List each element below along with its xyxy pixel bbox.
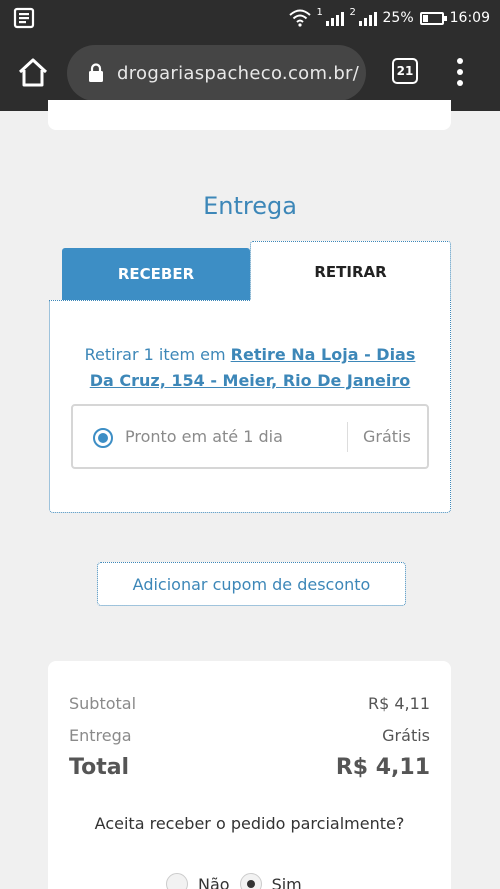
tab-label: RECEBER (117, 265, 195, 283)
subtotal-row: Subtotal R$ 4,11 (69, 694, 430, 713)
pickup-description: Retirar 1 item em Retire Na Loja - Dias … (70, 342, 430, 394)
radio-selected[interactable] (239, 873, 262, 889)
delivery-row: Entrega Grátis (69, 726, 430, 745)
battery-percent: 25% (382, 10, 414, 26)
divider (347, 422, 348, 452)
radio-selected[interactable] (93, 428, 113, 448)
delivery-label: Entrega (69, 726, 132, 745)
add-coupon-button[interactable]: Adicionar cupom de desconto (97, 562, 406, 606)
sim2-label: 2 (349, 7, 356, 18)
status-bar: 1 2 25% 16:09 (0, 0, 500, 36)
total-label: Total (69, 755, 130, 780)
subtotal-label: Subtotal (69, 694, 137, 713)
url-text: drogariaspacheco.com.br/ (117, 62, 360, 84)
more-menu-icon[interactable] (450, 58, 470, 86)
home-icon[interactable] (16, 56, 50, 90)
battery-icon (419, 11, 447, 25)
radio-label: Não (198, 874, 230, 889)
address-bar[interactable]: drogariaspacheco.com.br/ (67, 45, 366, 101)
tab-receber[interactable]: RECEBER (62, 248, 250, 300)
delivery-value: Grátis (382, 726, 430, 745)
radio-label: Sim (271, 874, 302, 889)
coupon-label: Adicionar cupom de desconto (132, 574, 371, 594)
previous-card (48, 100, 451, 130)
pickup-prefix: Retirar 1 item em (84, 345, 226, 364)
signal-icon: 2 (349, 7, 377, 26)
option-label: Pronto em até 1 dia (125, 427, 283, 446)
wifi-icon (288, 9, 311, 27)
sim1-label: 1 (316, 7, 323, 18)
radio-unselected[interactable] (166, 873, 188, 889)
pickup-panel: Retirar 1 item em Retire Na Loja - Dias … (49, 300, 451, 513)
notification-icon (13, 7, 35, 29)
lock-icon (89, 63, 103, 82)
partial-order-options: Não Sim (166, 873, 302, 889)
clock: 16:09 (449, 10, 490, 26)
total-value: R$ 4,11 (335, 755, 430, 780)
total-row: Total R$ 4,11 (69, 755, 430, 780)
panel-border (49, 300, 250, 301)
signal-icon: 1 (316, 7, 344, 26)
tab-count: 21 (396, 64, 414, 78)
order-summary: Subtotal R$ 4,11 Entrega Grátis Total R$… (48, 661, 451, 889)
tabs-icon[interactable]: 21 (392, 58, 418, 84)
tab-retirar[interactable]: RETIRAR (250, 241, 451, 303)
section-title: Entrega (203, 192, 297, 220)
partial-order-question: Aceita receber o pedido parcialmente? (94, 814, 405, 833)
tab-label: RETIRAR (314, 262, 387, 281)
radio-option-nao[interactable]: Não (166, 873, 230, 889)
subtotal-value: R$ 4,11 (367, 694, 430, 713)
pickup-option[interactable]: Pronto em até 1 dia Grátis (71, 404, 429, 469)
radio-option-sim[interactable]: Sim (239, 873, 302, 889)
option-price: Grátis (363, 427, 411, 446)
